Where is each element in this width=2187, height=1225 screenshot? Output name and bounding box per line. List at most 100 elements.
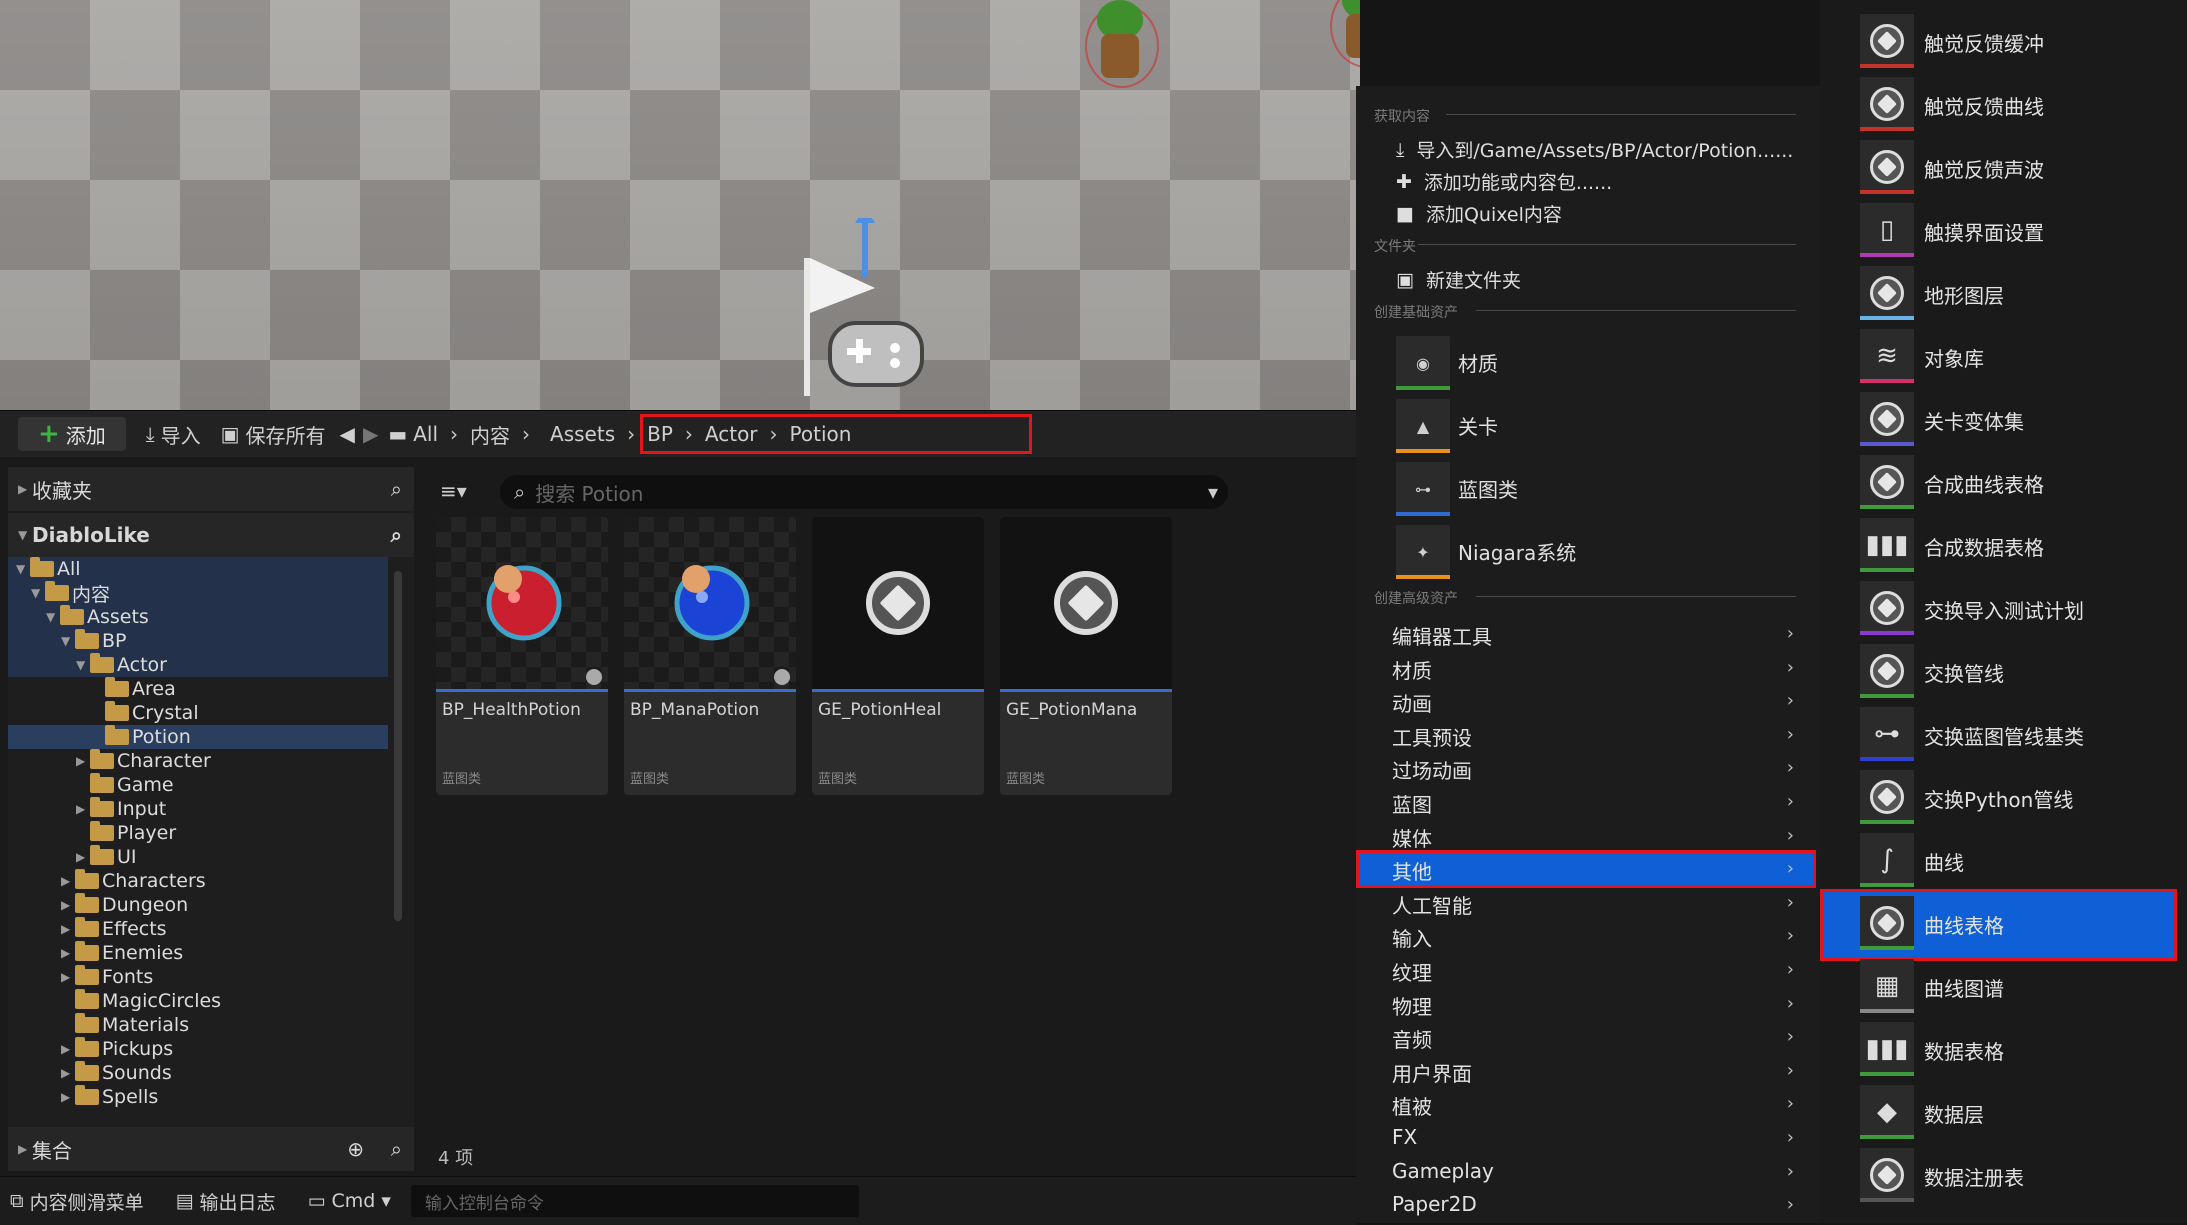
tree-folder-bp[interactable]: ▼ BP [8,629,388,653]
tree-folder-actor[interactable]: ▼ Actor [8,653,388,677]
submenu-item[interactable]: 合成曲线表格 [1860,455,2180,511]
chevron-right-icon[interactable]: ▶ [61,1042,75,1056]
breadcrumb-content[interactable]: 内容 [470,420,510,449]
submenu-item[interactable]: 地形图层 [1860,266,2180,322]
submenu-item[interactable]: ▦ 曲线图谱 [1860,959,2180,1015]
asset-tile[interactable]: BP_HealthPotion 蓝图类 [436,517,608,795]
breadcrumb-all[interactable]: All [413,422,438,446]
chevron-down-icon[interactable]: ▼ [61,634,75,648]
tree-folder-assets[interactable]: ▼ Assets [8,605,388,629]
chevron-down-icon[interactable]: ▼ [46,610,60,624]
asset-search-input[interactable]: ⌕ 搜索 Potion ▾ [500,475,1228,509]
menu-category-item[interactable]: 蓝图 [1392,789,1432,818]
menu-add-quixel[interactable]: ■ 添加Quixel内容 [1396,200,1562,227]
submenu-item[interactable]: ◆ 数据层 [1860,1085,2180,1141]
menu-niagara[interactable]: Niagara系统 [1458,537,1576,566]
search-icon[interactable]: ⌕ [391,523,402,547]
menu-category-item[interactable]: 物理 [1392,991,1432,1020]
tree-folder-player[interactable]: Player [76,821,176,845]
breadcrumb-assets[interactable]: Assets [550,422,615,446]
chevron-right-icon[interactable]: ▶ [76,850,90,864]
save-all-button[interactable]: ▣ 保存所有 [211,417,336,451]
tree-folder-enemies[interactable]: ▶ Enemies [61,941,183,965]
project-header[interactable]: ▼ DiabloLike ⌕ [8,513,414,557]
level-viewport[interactable] [0,0,1360,410]
menu-add-feature-pack[interactable]: ✚ 添加功能或内容包...... [1396,168,1612,195]
tree-folder-effects[interactable]: ▶ Effects [61,917,167,941]
submenu-item[interactable]: 交换Python管线 [1860,770,2180,826]
menu-category-item[interactable]: Gameplay [1392,1159,1494,1183]
menu-category-item[interactable]: 过场动画 [1392,755,1472,784]
back-button[interactable]: ◀ [336,417,359,451]
search-icon[interactable]: ⌕ [391,477,402,501]
tree-folder-sounds[interactable]: ▶ Sounds [61,1061,172,1085]
tree-folder-characters[interactable]: ▶ Characters [61,869,206,893]
cmd-dropdown[interactable]: ▭ Cmd ▾ [298,1184,401,1218]
menu-category-item[interactable]: FX [1392,1125,1417,1149]
tree-folder-pickups[interactable]: ▶ Pickups [61,1037,173,1061]
menu-level[interactable]: 关卡 [1458,411,1498,440]
tree-folder-area[interactable]: Area [91,677,176,701]
forward-button[interactable]: ▶ [359,417,382,451]
submenu-item[interactable]: 关卡变体集 [1860,392,2180,448]
chevron-right-icon[interactable]: › [450,422,458,446]
asset-tile[interactable]: GE_PotionHeal 蓝图类 [812,517,984,795]
menu-category-item[interactable]: 材质 [1392,655,1432,684]
chevron-right-icon[interactable]: › [627,422,635,446]
menu-category-item[interactable]: 媒体 [1392,823,1432,852]
tree-folder-crystal[interactable]: Crystal [91,701,199,725]
menu-category-item[interactable]: 纹理 [1392,957,1432,986]
filter-icon[interactable]: ≡▾ [440,479,467,503]
menu-blueprint-class[interactable]: 蓝图类 [1458,474,1518,503]
output-log-button[interactable]: ▤ 输出日志 [166,1184,286,1218]
chevron-right-icon[interactable]: ▶ [61,898,75,912]
chevron-down-icon[interactable]: ▼ [16,562,30,576]
menu-import[interactable]: ⤓ 导入到/Game/Assets/BP/Actor/Potion...... [1396,136,1793,163]
menu-category-item[interactable]: 其他 [1392,856,1432,885]
chevron-right-icon[interactable]: › [522,422,530,446]
import-button[interactable]: ⤓ 导入 [136,417,211,451]
console-input[interactable]: 输入控制台命令 [410,1185,859,1217]
menu-new-folder[interactable]: ▣ 新建文件夹 [1396,266,1521,293]
chevron-right-icon[interactable]: ▶ [61,970,75,984]
menu-category-item[interactable]: 音频 [1392,1024,1432,1053]
submenu-item[interactable]: ▮▮▮ 数据表格 [1860,1022,2180,1078]
search-icon[interactable]: ⌕ [391,1137,402,1161]
tree-folder-内容[interactable]: ▼ 内容 [8,581,388,606]
menu-category-item[interactable]: Paper2D [1392,1192,1477,1216]
tree-folder-game[interactable]: Game [76,773,174,797]
tree-folder-potion[interactable]: Potion [8,725,388,749]
asset-tile[interactable]: GE_PotionMana 蓝图类 [1000,517,1172,795]
tree-folder-character[interactable]: ▶ Character [76,749,211,773]
chevron-right-icon[interactable]: ▶ [61,874,75,888]
menu-category-item[interactable]: 人工智能 [1392,890,1472,919]
submenu-item[interactable]: ∫ 曲线 [1860,833,2180,889]
tree-folder-ui[interactable]: ▶ UI [76,845,137,869]
submenu-item[interactable]: 触觉反馈声波 [1860,140,2180,196]
chevron-right-icon[interactable]: ▶ [61,922,75,936]
chevron-down-icon[interactable]: ▼ [76,658,90,672]
menu-category-item[interactable]: 输入 [1392,923,1432,952]
menu-material[interactable]: 材质 [1458,348,1498,377]
tree-folder-input[interactable]: ▶ Input [76,797,166,821]
tree-folder-fonts[interactable]: ▶ Fonts [61,965,153,989]
submenu-item[interactable]: 曲线表格 [1860,896,2180,952]
submenu-item[interactable]: 数据注册表 [1860,1148,2180,1204]
submenu-item[interactable]: ▯ 触摸界面设置 [1860,203,2180,259]
submenu-item[interactable]: 触觉反馈曲线 [1860,77,2180,133]
tree-folder-spells[interactable]: ▶ Spells [61,1085,158,1109]
chevron-right-icon[interactable]: ▶ [76,754,90,768]
submenu-item[interactable]: 交换管线 [1860,644,2180,700]
submenu-item[interactable]: ≋ 对象库 [1860,329,2180,385]
asset-tile[interactable]: BP_ManaPotion 蓝图类 [624,517,796,795]
chevron-right-icon[interactable]: ▶ [61,1066,75,1080]
tree-folder-materials[interactable]: Materials [61,1013,189,1037]
menu-category-item[interactable]: 植被 [1392,1091,1432,1120]
add-collection-icon[interactable]: ⊕ [347,1137,364,1161]
chevron-right-icon[interactable]: ▶ [61,1090,75,1104]
submenu-item[interactable]: 触觉反馈缓冲 [1860,14,2180,70]
chevron-down-icon[interactable]: ▾ [1208,480,1218,504]
submenu-item[interactable]: ▮▮▮ 合成数据表格 [1860,518,2180,574]
tree-folder-dungeon[interactable]: ▶ Dungeon [61,893,188,917]
favorites-header[interactable]: ▶ 收藏夹 ⌕ [8,467,414,511]
